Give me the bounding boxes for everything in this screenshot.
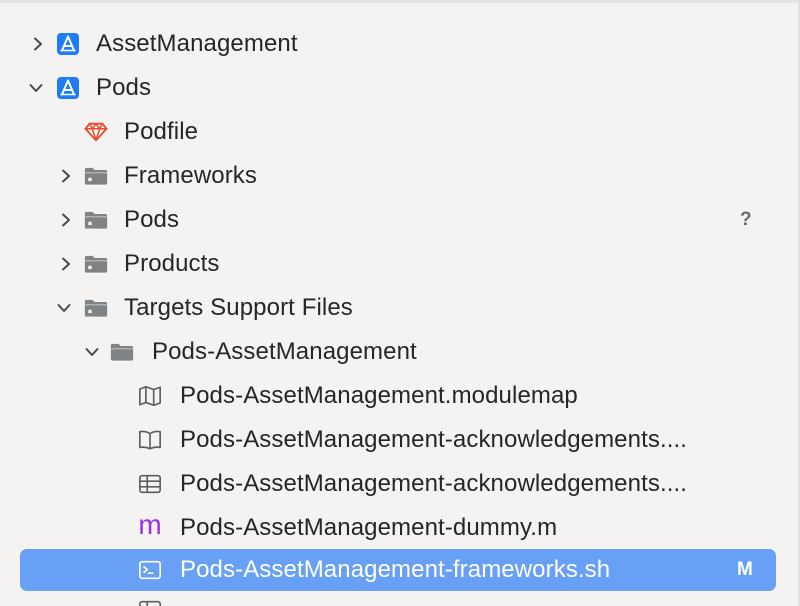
tree-item-pods-project[interactable]: Pods xyxy=(0,66,800,110)
map-icon xyxy=(138,384,162,408)
tree-item-dummy-m-file[interactable]: m Pods-AssetManagement-dummy.m xyxy=(0,506,800,550)
tree-item-pods-assetmanagement-folder[interactable]: Pods-AssetManagement xyxy=(0,330,800,374)
tree-item-label: Pods-AssetManagement-acknowledgements...… xyxy=(180,426,688,453)
tree-item-label: Podfile xyxy=(124,118,199,145)
chevron-right-icon[interactable] xyxy=(58,212,74,228)
top-divider xyxy=(0,0,800,3)
tree-item-label: Pods xyxy=(124,206,180,233)
tree-item-label: Targets Support Files xyxy=(124,294,353,321)
tree-item-assetmanagement-project[interactable]: AssetManagement xyxy=(0,22,800,66)
tree-item-label: Pods xyxy=(96,74,152,101)
folder-icon xyxy=(84,164,108,188)
chevron-right-icon[interactable] xyxy=(58,168,74,184)
folder-icon xyxy=(84,296,108,320)
tree-item-label: AssetManagement xyxy=(96,30,298,57)
objc-glyph: m xyxy=(138,509,162,540)
tree-item-label: Pods-AssetManagement-frameworks.sh xyxy=(180,556,611,583)
source-control-status-badge: ? xyxy=(740,209,752,230)
objc-source-icon: m xyxy=(138,509,162,540)
source-control-status-badge: M xyxy=(737,559,753,580)
tree-item-label: Pods-AssetManagement-dummy.m xyxy=(180,514,558,541)
tree-item-acknowledgements-markdown-file[interactable]: Pods-AssetManagement-acknowledgements...… xyxy=(0,418,800,462)
folder-icon xyxy=(110,340,134,364)
terminal-script-icon xyxy=(138,558,162,582)
tree-item-label: Frameworks xyxy=(124,162,258,189)
xcode-project-icon xyxy=(56,76,80,100)
chevron-right-icon[interactable] xyxy=(30,36,46,52)
project-navigator: AssetManagement Pods Podfile Frameworks … xyxy=(0,0,800,606)
tree-item-frameworks[interactable]: Frameworks xyxy=(0,154,800,198)
folder-icon xyxy=(84,252,108,276)
tree-item-label: Pods-AssetManagement-acknowledgements...… xyxy=(180,470,688,497)
tree-item-products[interactable]: Products xyxy=(0,242,800,286)
chevron-down-icon[interactable] xyxy=(28,80,44,96)
table-icon xyxy=(138,472,162,496)
tree-item-pods-folder[interactable]: Pods ? xyxy=(0,198,800,242)
chevron-down-icon[interactable] xyxy=(84,344,100,360)
tree-item-partially-visible[interactable] xyxy=(0,592,800,606)
tree-item-label: Pods-AssetManagement xyxy=(152,338,417,365)
ruby-gem-icon xyxy=(84,120,108,144)
tree-item-acknowledgements-plist-file[interactable]: Pods-AssetManagement-acknowledgements...… xyxy=(0,462,800,506)
book-icon xyxy=(138,428,162,452)
xcode-project-icon xyxy=(56,32,80,56)
tree-item-frameworks-sh-file[interactable]: Pods-AssetManagement-frameworks.sh M xyxy=(0,548,800,592)
table-icon xyxy=(138,598,162,606)
tree-item-podfile[interactable]: Podfile xyxy=(0,110,800,154)
tree-item-modulemap-file[interactable]: Pods-AssetManagement.modulemap xyxy=(0,374,800,418)
folder-icon xyxy=(84,208,108,232)
tree-item-targets-support-files[interactable]: Targets Support Files xyxy=(0,286,800,330)
tree-item-label: Pods-AssetManagement.modulemap xyxy=(180,382,578,409)
chevron-down-icon[interactable] xyxy=(56,300,72,316)
chevron-right-icon[interactable] xyxy=(58,256,74,272)
tree-item-label: Products xyxy=(124,250,220,277)
